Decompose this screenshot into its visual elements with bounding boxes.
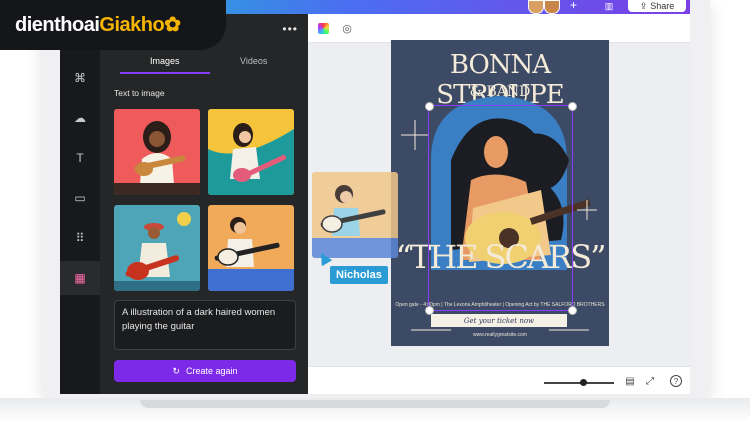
canvas-toolbar: ◎ <box>308 14 690 43</box>
tab-videos[interactable]: Videos <box>240 56 267 66</box>
logo-text: dienthoaiGiakho✿ <box>15 12 181 37</box>
zoom-slider-handle[interactable] <box>580 379 587 386</box>
generated-image-3[interactable] <box>114 205 200 291</box>
magic-media-icon[interactable]: ▦ <box>60 261 100 295</box>
selection-box[interactable] <box>428 105 573 311</box>
generated-image-2[interactable] <box>208 109 294 195</box>
collaborator-name-tag: Nicholas <box>330 266 388 284</box>
elements-icon[interactable]: ⌘ <box>70 68 90 88</box>
zoom-slider[interactable] <box>544 382 614 384</box>
create-again-label: Create again <box>186 366 238 376</box>
guitarist-illustration <box>114 109 200 195</box>
resize-handle[interactable] <box>568 306 577 315</box>
upload-icon[interactable]: ☁ <box>70 108 90 128</box>
resize-handle[interactable] <box>425 306 434 315</box>
ticket-cta: Get your ticket now <box>431 314 567 327</box>
logo-gear-icon: ✿ <box>164 14 181 36</box>
notes-icon[interactable]: ▤ <box>624 375 636 387</box>
guitarist-illustration <box>312 172 398 258</box>
active-tab-indicator <box>120 72 210 74</box>
text-icon[interactable]: T <box>70 148 90 168</box>
guitarist-illustration <box>208 205 294 291</box>
side-rail: ⌘ ☁ T ▭ ⠿ ▦ <box>60 14 100 394</box>
help-icon[interactable]: ? <box>670 375 682 387</box>
more-options-icon[interactable]: ••• <box>282 22 298 36</box>
section-title: Text to image <box>114 88 165 98</box>
prompt-textarea[interactable]: A illustration of a dark haired women pl… <box>114 300 296 350</box>
laptop-base-lip <box>140 400 610 408</box>
watermark-logo: dienthoaiGiakho✿ <box>0 0 226 50</box>
guitarist-illustration <box>114 205 200 291</box>
effects-icon[interactable]: ◎ <box>340 21 354 35</box>
refresh-icon: ↻ <box>172 365 180 376</box>
share-icon: ⇪ <box>639 0 648 11</box>
folder-icon[interactable]: ▭ <box>70 188 90 208</box>
canva-editor-screen: + ▥ ⇪ Share ⌘ ☁ T ▭ ⠿ ▦ ••• Images Video… <box>60 0 690 394</box>
apps-icon[interactable]: ⠿ <box>70 228 90 248</box>
dragged-image[interactable] <box>312 172 398 258</box>
resize-handle[interactable] <box>425 102 434 111</box>
resize-handle[interactable] <box>568 102 577 111</box>
guitarist-illustration <box>208 109 294 195</box>
concert-poster[interactable]: BONNA STROUPE & BAND “THE SCARS” Open ga… <box>391 40 609 346</box>
fullscreen-icon[interactable]: ⤢ <box>644 375 656 387</box>
generated-image-4[interactable] <box>208 205 294 291</box>
collaborator-avatar[interactable] <box>528 0 544 14</box>
add-collaborator-icon[interactable]: + <box>570 0 577 12</box>
generated-image-1[interactable] <box>114 109 200 195</box>
logo-accent-text: Giakho <box>99 14 165 36</box>
bottom-bar: ▤ ⤢ ? <box>308 366 690 394</box>
analytics-icon[interactable]: ▥ <box>600 1 618 11</box>
color-palette-icon[interactable] <box>316 21 330 35</box>
text-to-image-panel: ••• Images Videos Text to image A illust… <box>100 14 308 394</box>
create-again-button[interactable]: ↻ Create again <box>114 360 296 382</box>
tab-images[interactable]: Images <box>150 56 180 66</box>
collaborator-avatar[interactable] <box>544 0 560 14</box>
share-button[interactable]: ⇪ Share <box>628 0 686 12</box>
logo-main-text: dienthoai <box>15 14 100 36</box>
poster-website: www.reallygreatsite.com <box>473 332 527 338</box>
share-label: Share <box>650 1 675 11</box>
